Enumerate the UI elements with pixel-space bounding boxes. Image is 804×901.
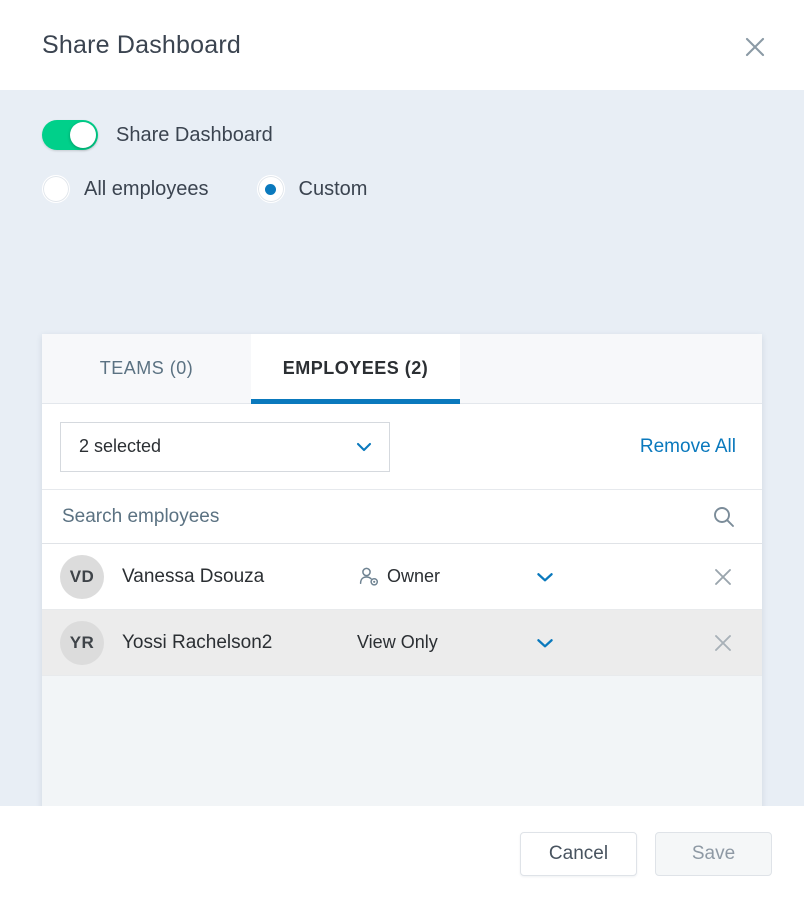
close-icon[interactable] [736,28,774,66]
remove-row-button[interactable] [708,562,738,592]
employee-name: Vanessa Dsouza [122,565,265,587]
radio-custom-label: Custom [298,177,368,200]
share-target-panel: TEAMS (0) EMPLOYEES (2) 2 selected Remov… [42,334,762,806]
selector-row: 2 selected Remove All [42,404,762,490]
page-title: Share Dashboard [42,30,241,59]
tab-teams[interactable]: TEAMS (0) [42,334,251,403]
save-button[interactable]: Save [655,831,772,876]
role-dropdown-chevron[interactable] [532,564,558,590]
role-dropdown-chevron[interactable] [532,630,558,656]
share-toggle-row: Share Dashboard [0,90,804,150]
search-icon-glyph [714,506,734,527]
avatar: VD [60,554,104,599]
share-dashboard-toggle-label: Share Dashboard [116,123,273,146]
remove-all-button[interactable]: Remove All [640,436,736,458]
radio-all-employees[interactable]: All employees [42,175,209,203]
radio-custom-control[interactable] [256,175,285,203]
table-row[interactable]: VD Vanessa Dsouza Owner [42,544,762,610]
chevron-down-icon [353,436,375,458]
close-icon-glyph [745,37,765,57]
employee-name: Yossi Rachelson2 [122,631,273,653]
user-gear-icon-glyph [359,567,379,586]
share-dashboard-toggle[interactable] [42,120,98,150]
avatar: YR [60,620,104,665]
cancel-button[interactable]: Cancel [520,831,637,876]
user-gear-icon [357,565,381,589]
table-row[interactable]: YR Yossi Rachelson2 View Only [42,610,762,676]
dialog-body: Share Dashboard All employees Custom TEA… [0,90,804,806]
close-icon [715,634,731,651]
radio-all-employees-label: All employees [84,177,209,200]
chevron-down-icon [537,638,553,647]
tab-employees[interactable]: EMPLOYEES (2) [251,334,460,404]
search-input[interactable] [60,504,710,529]
toggle-knob [70,122,96,148]
dialog-footer: Cancel Save [0,806,804,901]
role-cell: View Only [357,632,532,653]
employee-list[interactable]: VD Vanessa Dsouza Owner YR Yossi Rachels… [42,544,762,806]
role-cell: Owner [357,565,532,589]
selected-count-value: 2 selected [79,436,162,456]
panel-tabs: TEAMS (0) EMPLOYEES (2) [42,334,762,404]
selected-count-dropdown[interactable]: 2 selected [60,421,390,472]
chevron-down-icon-glyph [356,442,372,451]
close-icon [715,568,731,585]
radio-all-employees-control[interactable] [42,175,70,203]
radio-custom[interactable]: Custom [256,175,368,203]
chevron-down-icon [537,572,553,581]
search-icon[interactable] [710,503,738,531]
share-dashboard-dialog: Share Dashboard Share Dashboard All empl… [0,0,804,901]
radio-dot [265,183,277,195]
audience-radio-group: All employees Custom [0,150,804,203]
search-row [42,490,762,544]
dialog-header: Share Dashboard [0,0,804,90]
remove-row-button[interactable] [708,628,738,658]
role-value: Owner [387,566,441,586]
role-value: View Only [357,632,438,652]
